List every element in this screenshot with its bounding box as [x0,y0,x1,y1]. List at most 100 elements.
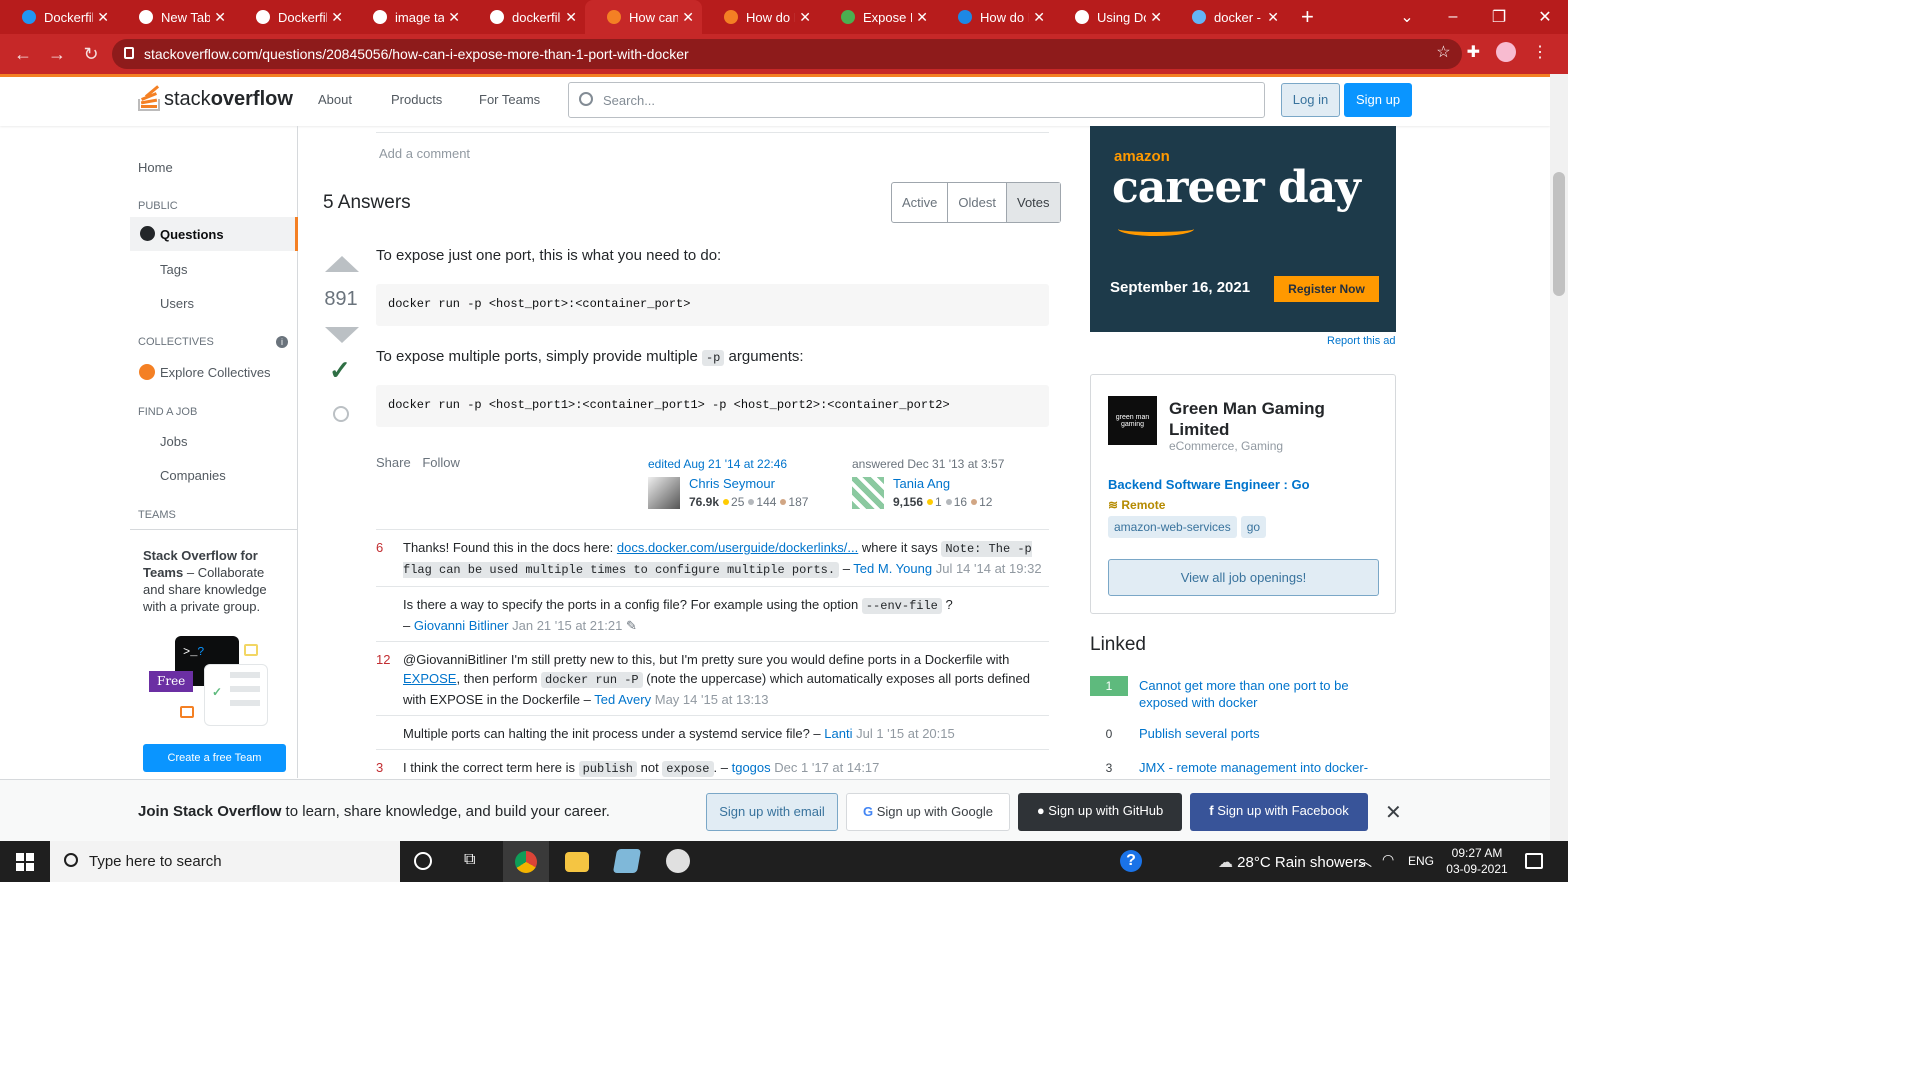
browser-tab[interactable]: How do I ✕ [936,0,1053,34]
task-view-icon[interactable]: ⧉ [464,851,488,875]
signup-button[interactable]: Sign up [1344,83,1412,117]
job-tag[interactable]: amazon-web-services [1108,516,1237,538]
stackoverflow-logo[interactable]: stack overflow [138,85,293,113]
nav-home[interactable]: Home [138,160,173,175]
profile-menu-icon[interactable]: ⌄ [1384,7,1430,27]
sort-votes[interactable]: Votes [1005,183,1060,222]
tab-close-icon[interactable]: ✕ [1033,9,1045,26]
tab-close-icon[interactable]: ✕ [214,9,226,26]
language-indicator[interactable]: ENG [1408,854,1434,868]
author-avatar[interactable] [852,477,884,509]
url-field[interactable]: stackoverflow.com/questions/20845056/how… [112,39,1462,69]
downvote-icon[interactable] [325,327,359,343]
login-button[interactable]: Log in [1281,83,1340,117]
nav-jobs[interactable]: Jobs [160,434,187,449]
signup-github-button[interactable]: ● Sign up with GitHub [1018,793,1182,831]
nav-products[interactable]: Products [391,92,442,107]
browser-tab[interactable]: How do I ✕ [702,0,819,34]
search-input[interactable]: Search... [568,82,1265,118]
company-logo[interactable]: green man gaming [1108,396,1157,445]
comment-date[interactable]: Jul 1 '15 at 20:15 [856,726,955,741]
tab-close-icon[interactable]: ✕ [916,9,928,26]
tab-close-icon[interactable]: ✕ [331,9,343,26]
forward-icon[interactable]: → [40,44,74,65]
browser-tab[interactable]: New Tab ✕ [117,0,234,34]
editor-avatar[interactable] [648,477,680,509]
linked-question-title[interactable]: JMX - remote management into docker- [1139,759,1389,776]
linked-question-title[interactable]: Publish several ports [1139,725,1389,742]
cortana-icon[interactable] [414,852,432,870]
bookmark-star-icon[interactable]: ☆ [1436,42,1450,62]
history-icon[interactable] [333,406,349,422]
nav-users[interactable]: Users [160,296,194,311]
tab-close-icon[interactable]: ✕ [97,9,109,26]
tab-close-icon[interactable]: ✕ [799,9,811,26]
tab-close-icon[interactable]: ✕ [682,9,694,26]
page-scrollbar[interactable] [1550,74,1568,841]
linked-question-title[interactable]: Cannot get more than one port to be expo… [1139,677,1389,711]
paint-icon[interactable] [666,849,690,873]
nav-questions[interactable]: Questions [130,217,298,251]
comment-user[interactable]: Giovanni Bitliner [414,618,509,633]
comment-user[interactable]: Lanti [824,726,852,741]
view-all-jobs-button[interactable]: View all job openings! [1108,559,1379,596]
nav-tags[interactable]: Tags [160,262,187,277]
tab-close-icon[interactable]: ✕ [1267,9,1279,26]
extensions-icon[interactable]: ✚ [1467,42,1480,62]
clock[interactable]: 09:27 AM 03-09-2021 [1446,845,1508,877]
comment-date[interactable]: May 14 '15 at 13:13 [655,692,769,707]
browser-tab[interactable]: Dockerfile✕ [234,0,351,34]
wifi-icon[interactable]: ◠ [1382,851,1394,868]
job-title-link[interactable]: Backend Software Engineer : Go [1108,477,1310,492]
help-icon[interactable]: ? [1120,850,1142,872]
maximize-button[interactable]: ❐ [1476,7,1522,27]
job-tag[interactable]: go [1240,516,1267,538]
company-name[interactable]: Green Man Gaming Limited [1169,398,1369,440]
sort-oldest[interactable]: Oldest [947,183,1006,222]
ad-register-button[interactable]: Register Now [1274,276,1379,302]
comment-date[interactable]: Jul 14 '14 at 19:32 [936,561,1042,576]
comment-link[interactable]: docs.docker.com/userguide/dockerlinks/..… [617,540,858,555]
signup-google-button[interactable]: G Sign up with Google [846,793,1010,831]
editor-name[interactable]: Chris Seymour [689,476,775,491]
comment-user[interactable]: Ted Avery [594,692,651,707]
scrollbar-thumb[interactable] [1553,172,1565,296]
report-ad-link[interactable]: Report this ad [1327,335,1395,347]
sort-active[interactable]: Active [892,183,947,222]
new-tab-button[interactable]: + [1301,0,1314,34]
browser-tab[interactable]: docker - V✕ [1170,0,1287,34]
comment-user[interactable]: Ted M. Young [853,561,932,576]
tab-close-icon[interactable]: ✕ [1150,9,1162,26]
info-icon[interactable]: i [276,336,288,348]
author-name[interactable]: Tania Ang [893,476,950,491]
app-icon[interactable] [612,849,642,873]
edited-timestamp[interactable]: edited Aug 21 '14 at 22:46 [648,457,787,471]
close-window-button[interactable]: ✕ [1522,7,1568,27]
create-team-button[interactable]: Create a free Team [143,744,286,772]
signup-facebook-button[interactable]: f Sign up with Facebook [1190,793,1368,831]
add-comment-link[interactable]: Add a comment [379,146,470,161]
comment-link[interactable]: EXPOSE [403,671,456,686]
reload-icon[interactable]: ↻ [74,44,108,65]
signup-email-button[interactable]: Sign up with email [706,793,838,831]
browser-tab[interactable]: dockerfile✕ [468,0,585,34]
upvote-icon[interactable] [325,256,359,272]
windows-start-icon[interactable] [16,853,34,871]
browser-tab[interactable]: How can ✕ [585,0,702,34]
nav-about[interactable]: About [318,92,352,107]
tray-up-icon[interactable]: ︿ [1358,851,1372,871]
nav-companies[interactable]: Companies [160,468,226,483]
file-explorer-icon[interactable] [565,852,589,872]
notifications-icon[interactable] [1525,853,1543,869]
tab-close-icon[interactable]: ✕ [448,9,460,26]
browser-tab[interactable]: Dockerfile✕ [0,0,117,34]
menu-dots-icon[interactable]: ⋮ [1532,42,1548,62]
amazon-ad-banner[interactable]: amazon career day September 16, 2021 Reg… [1090,126,1396,332]
comment-user[interactable]: tgogos [732,760,771,775]
taskbar-search[interactable]: Type here to search [50,841,400,882]
browser-tab[interactable]: image tag✕ [351,0,468,34]
comment-date[interactable]: Jan 21 '15 at 21:21 [512,618,622,633]
minimize-button[interactable]: – [1430,8,1476,26]
nav-explore-collectives[interactable]: Explore Collectives [160,365,271,380]
close-icon[interactable]: ✕ [1385,800,1402,825]
